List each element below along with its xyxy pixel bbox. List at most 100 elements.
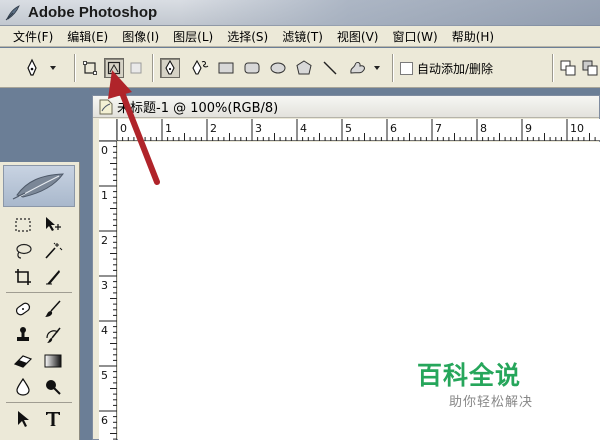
- polygon-tool-button[interactable]: [296, 57, 312, 79]
- rectangle-icon: [218, 62, 234, 74]
- add-to-path-area-button[interactable]: [560, 57, 576, 79]
- chevron-down-icon: [374, 66, 380, 70]
- marquee-icon: [15, 218, 31, 232]
- burn-icon: [46, 380, 61, 395]
- options-separator: [152, 54, 154, 82]
- auto-add-delete-checkbox[interactable]: [400, 61, 413, 75]
- combine-shapes-icon: [560, 60, 576, 76]
- crop-icon: [15, 269, 31, 285]
- custom-shape-tool-button[interactable]: [348, 57, 382, 79]
- ruler-label: 10: [570, 122, 584, 135]
- line-tool-button[interactable]: [322, 57, 338, 79]
- menu-window[interactable]: 窗口(W): [385, 28, 444, 45]
- magic-wand-tool[interactable]: [40, 240, 66, 262]
- ruler-label: 2: [101, 234, 108, 247]
- rounded-rectangle-icon: [244, 62, 260, 74]
- burn-tool[interactable]: [40, 376, 66, 398]
- eraser-icon: [13, 355, 33, 368]
- fill-pixels-mode-button[interactable]: [126, 57, 146, 79]
- tool-preset-picker[interactable]: [22, 57, 58, 79]
- menu-edit[interactable]: 编辑(E): [60, 28, 115, 45]
- healing-brush-tool[interactable]: [10, 298, 36, 320]
- marquee-tool[interactable]: [10, 214, 36, 236]
- feather-logo-icon: [12, 173, 65, 200]
- options-separator: [552, 54, 554, 82]
- brush-tool[interactable]: [40, 298, 66, 320]
- move-tool[interactable]: [40, 214, 66, 236]
- pen-tool-icon: [27, 58, 37, 76]
- type-tool[interactable]: [40, 408, 66, 430]
- toolbox-panel: [0, 162, 80, 440]
- horizontal-ruler[interactable]: 0 1 2 3 4 5 6 7 8 9 10: [117, 119, 600, 141]
- paths-icon: [107, 61, 121, 75]
- clone-stamp-tool[interactable]: [10, 324, 36, 346]
- ruler-label: 5: [345, 122, 352, 135]
- shape-layers-icon: [83, 61, 97, 75]
- shape-layers-mode-button[interactable]: [80, 57, 100, 79]
- menu-image[interactable]: 图像(I): [115, 28, 166, 45]
- document-icon: [99, 99, 113, 114]
- slice-tool[interactable]: [40, 266, 66, 288]
- magic-wand-icon: [45, 242, 63, 259]
- pen-icon: [165, 60, 175, 75]
- ellipse-tool-button[interactable]: [270, 57, 286, 79]
- eraser-tool[interactable]: [10, 350, 36, 372]
- gradient-tool[interactable]: [40, 350, 66, 372]
- ruler-label: 9: [525, 122, 532, 135]
- ruler-origin[interactable]: [99, 119, 117, 141]
- ruler-label: 1: [165, 122, 172, 135]
- crop-tool[interactable]: [10, 266, 36, 288]
- type-t-icon: [46, 412, 60, 426]
- ellipse-icon: [270, 62, 286, 74]
- ruler-label: 4: [300, 122, 307, 135]
- blur-tool[interactable]: [10, 376, 36, 398]
- menu-bar: 文件(F) 编辑(E) 图像(I) 图层(L) 选择(S) 滤镜(T) 视图(V…: [0, 26, 600, 47]
- menu-filter[interactable]: 滤镜(T): [275, 28, 330, 45]
- paths-mode-button[interactable]: [104, 57, 124, 79]
- rectangle-tool-button[interactable]: [218, 57, 234, 79]
- toolbox-header[interactable]: [3, 165, 75, 207]
- ruler-label: 4: [101, 324, 108, 337]
- ruler-label: 8: [480, 122, 487, 135]
- freeform-pen-button[interactable]: [190, 57, 210, 79]
- watermark-title: 百科全说: [417, 361, 522, 390]
- ruler-label: 6: [101, 414, 108, 427]
- brush-icon: [45, 300, 61, 317]
- move-icon: [46, 217, 61, 231]
- pen-tool-button[interactable]: [160, 57, 180, 79]
- title-bar-background: [180, 0, 600, 26]
- ruler-label: 3: [255, 122, 262, 135]
- menu-layer[interactable]: 图层(L): [166, 28, 220, 45]
- menu-help[interactable]: 帮助(H): [445, 28, 501, 45]
- menu-select[interactable]: 选择(S): [220, 28, 275, 45]
- subtract-path-area-button[interactable]: [582, 57, 598, 79]
- gradient-icon: [44, 354, 62, 368]
- path-selection-tool[interactable]: [10, 408, 36, 430]
- history-brush-tool[interactable]: [40, 324, 66, 346]
- auto-add-delete-toggle[interactable]: 自动添加/删除: [400, 57, 493, 79]
- options-separator: [74, 54, 76, 82]
- path-selection-arrow-icon: [18, 411, 29, 427]
- ruler-label: 6: [390, 122, 397, 135]
- feather-icon: [5, 4, 20, 20]
- ruler-label: 1: [101, 189, 108, 202]
- vertical-ruler[interactable]: 0 1 2 3 4 5 6: [99, 141, 117, 440]
- ruler-label: 5: [101, 369, 108, 382]
- polygon-icon: [296, 60, 312, 75]
- water-drop-icon: [16, 378, 30, 396]
- custom-shape-icon: [350, 62, 365, 74]
- history-brush-icon: [46, 327, 61, 343]
- document-window: 未标题-1 @ 100%(RGB/8) 0 1 2 3 4 5 6 7 8 9 …: [92, 95, 600, 440]
- auto-add-delete-label: 自动添加/删除: [417, 61, 494, 76]
- rounded-rectangle-tool-button[interactable]: [244, 57, 260, 79]
- ruler-label: 0: [101, 144, 108, 157]
- ruler-label: 2: [210, 122, 217, 135]
- menu-view[interactable]: 视图(V): [330, 28, 386, 45]
- ruler-label: 3: [101, 279, 108, 292]
- lasso-tool[interactable]: [10, 240, 36, 262]
- tool-divider: [6, 292, 72, 293]
- menu-file[interactable]: 文件(F): [6, 28, 60, 45]
- document-title-bar[interactable]: 未标题-1 @ 100%(RGB/8): [93, 96, 599, 118]
- watermark-subtitle: 助你轻松解决: [449, 395, 534, 410]
- tool-divider: [6, 402, 72, 403]
